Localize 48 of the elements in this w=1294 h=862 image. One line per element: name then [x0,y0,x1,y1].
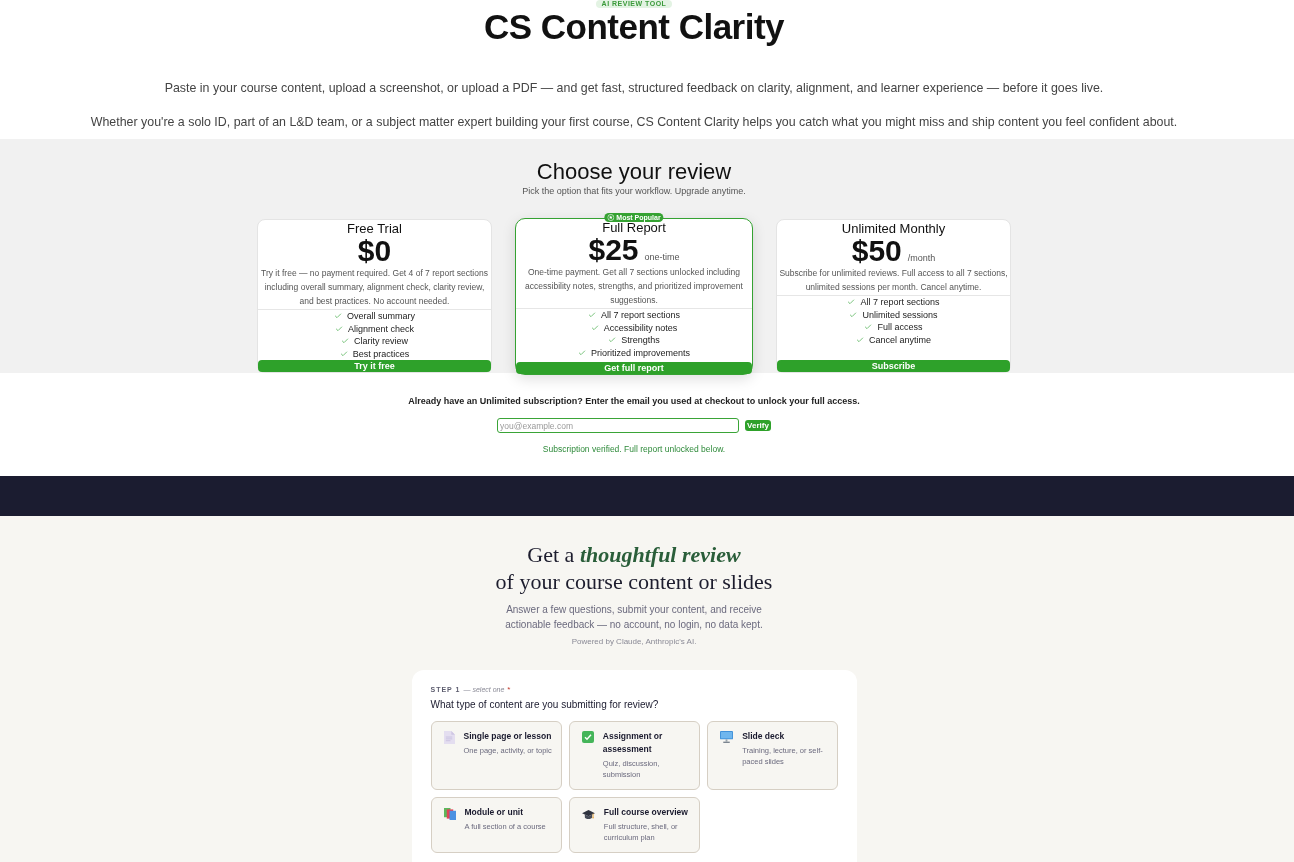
checkbox-icon [581,731,594,743]
plan-price: $50 [851,236,902,266]
required-mark: * [507,685,511,695]
section-heading: of your course content or slides [495,568,773,595]
plan-description: Subscribe for unlimited reviews. Full access to all 7 sections, unlimited sessions per month. Cancel anytime. [778,267,1009,294]
check-icon [578,348,586,357]
section-heading: Get a thoughtful review [527,541,741,568]
section-description: Answer a few questions, submit your content, and receive actionable feedback — no account, no login, no data kept. [504,603,764,632]
email-field[interactable]: you@example.com [497,418,740,433]
feature-text: Prioritized improvements [591,346,690,359]
plan-description: Try it free — no payment required. Get 4 of 7 report sections including overall summary, alignment check, clarity review, and best practices. No account needed. [260,267,489,308]
feature-text: Unlimited sessions [862,308,938,321]
monitor-icon [720,731,734,743]
books-icon [443,808,456,820]
feature-text: All 7 report sections [860,296,940,309]
option-title: Module or unit [464,806,525,819]
option-title: Assignment or assessment [602,730,664,756]
verify-status: Subscription verified. Full report unlocked below. [542,443,726,455]
feature-text: Best practices [352,347,410,360]
page-title: CS Content Clarity [483,8,785,46]
option-title: Full course overview [603,806,689,819]
plan-description: One-time payment. Get all 7 sections unlocked including accessibility notes, strengths, and prioritized improvement suggestions. [524,266,744,307]
feature-text: Cancel anytime [869,333,931,346]
plan-name: Unlimited Monthly [840,220,947,236]
graduation-cap-icon [581,809,595,820]
feature-text: Overall summary [347,310,415,323]
option-title: Single page or lesson [463,730,552,743]
feature-text: Full access [877,321,923,334]
price-period: one-time [644,252,680,262]
feature-text: All 7 report sections [600,309,680,322]
price-period: /month [907,253,936,263]
verify-prompt: Already have an Unlimited subscription? Enter the email you used at checkout to unlock your full access. [408,395,860,407]
plan-price: $25 [588,235,639,265]
pricing-subtitle: Pick the option that fits your workflow. Upgrade anytime. [522,186,746,197]
intro-paragraph: Paste in your course content, upload a screenshot, or upload a PDF — and get fast, structured feedback on clarity, alignment, and learner experience — before it goes live. [164,80,1104,97]
feature-text: Accessibility notes [603,321,678,334]
feature-text: Alignment check [347,322,414,335]
document-icon [443,731,455,744]
powered-note: Powered by Claude, Anthropic's AI. [571,636,697,648]
feature-text: Strengths [621,334,660,347]
feature-text: Clarity review [354,335,408,348]
intro-paragraph: Whether you're a solo ID, part of an L&D team, or a subject matter expert building your first course, CS Content Clarity helps you catch what you might miss and ship content you feel confident about. [90,114,1178,131]
plan-name: Full Report [601,220,667,235]
step-question: What type of content are you submitting for review? [430,698,660,712]
option-title: Slide deck [742,730,786,743]
plan-name: Free Trial [346,220,403,236]
pricing-title: Choose your review [536,159,732,185]
plan-price: $0 [357,236,392,266]
